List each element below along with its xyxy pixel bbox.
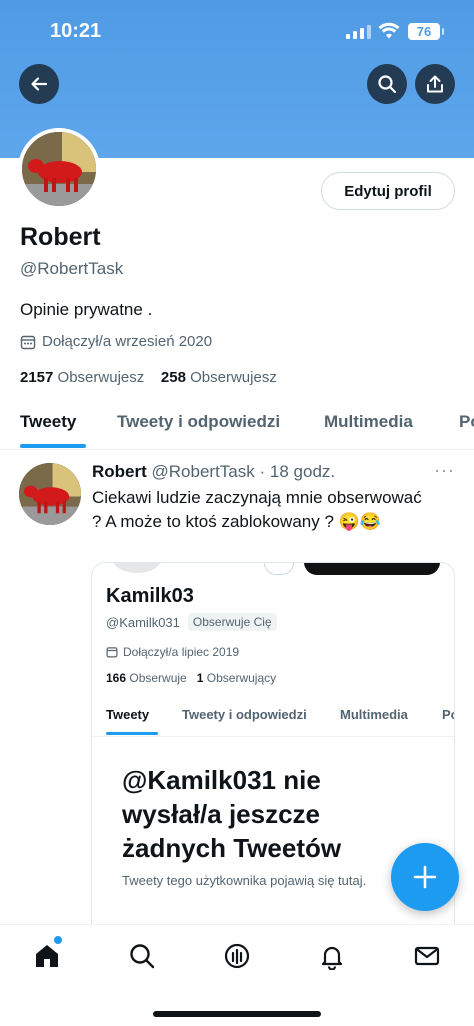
tweet-header: Robert @RobertTask · 18 godz. bbox=[92, 462, 335, 482]
nav-spaces[interactable] bbox=[222, 941, 252, 971]
embedded-joined: Dołączył/a lipiec 2019 bbox=[106, 645, 239, 659]
plus-icon bbox=[413, 865, 437, 889]
edit-profile-button[interactable]: Edytuj profil bbox=[321, 172, 455, 210]
tweet-text: Ciekawi ludzie zaczynają mnie obserwować… bbox=[92, 488, 422, 531]
tab-partial[interactable]: Po bbox=[459, 412, 474, 432]
share-icon bbox=[427, 75, 443, 93]
embedded-tab-media: Multimedia bbox=[340, 707, 408, 722]
notification-dot bbox=[54, 936, 62, 944]
back-arrow-icon bbox=[31, 77, 48, 91]
embedded-tab-partial: Po bbox=[442, 707, 454, 722]
nav-messages[interactable] bbox=[412, 941, 442, 971]
embedded-avatar bbox=[112, 563, 162, 573]
embedded-followers-label: Obserwujący bbox=[206, 671, 277, 685]
messages-icon bbox=[414, 946, 440, 966]
profile-bio: Opinie prywatne . bbox=[20, 300, 153, 319]
compose-tweet-button[interactable] bbox=[391, 843, 459, 911]
embedded-tab-tweets-replies: Tweety i odpowiedzi bbox=[182, 707, 307, 722]
embedded-following-count: 166 bbox=[106, 671, 127, 685]
profile-tabs: Tweety Tweety i odpowiedzi Multimedia Po bbox=[0, 400, 474, 450]
home-indicator bbox=[153, 1011, 321, 1017]
active-tab-indicator bbox=[20, 444, 86, 448]
wifi-icon bbox=[378, 22, 400, 39]
calendar-icon bbox=[20, 335, 36, 349]
nav-notifications[interactable] bbox=[317, 941, 347, 971]
followers-label: Obserwujesz bbox=[190, 369, 277, 386]
tweet-author[interactable]: Robert bbox=[92, 462, 147, 481]
following-count: 2157 bbox=[20, 369, 54, 386]
following-label: Obserwujesz bbox=[57, 369, 145, 386]
tab-tweets[interactable]: Tweety bbox=[20, 412, 76, 432]
joined-text: Dołączył/a wrzesień 2020 bbox=[42, 333, 213, 350]
embedded-followers-count: 1 bbox=[196, 671, 204, 685]
embedded-empty-title: @Kamilk031 nie wysłał/a jeszcze żadnych … bbox=[122, 765, 342, 863]
embedded-tab-indicator bbox=[106, 732, 158, 735]
embedded-name: Kamilk03 bbox=[106, 585, 194, 607]
search-icon bbox=[378, 75, 397, 94]
status-time: 10:21 bbox=[50, 20, 102, 42]
spaces-icon bbox=[224, 943, 250, 969]
embedded-handle-row: @Kamilk031 Obserwuje Cię bbox=[106, 613, 277, 631]
home-icon bbox=[36, 945, 58, 967]
embedded-tabs: Tweety Tweety i odpowiedzi Multimedia Po bbox=[92, 697, 454, 737]
embedded-follow-button bbox=[304, 563, 440, 575]
red-cow-photo bbox=[22, 132, 96, 206]
following-link[interactable]: 2157 Obserwujesz bbox=[20, 369, 144, 386]
embedded-empty-subtitle: Tweety tego użytkownika pojawią się tuta… bbox=[122, 873, 367, 888]
calendar-icon bbox=[106, 647, 118, 658]
embedded-handle: @Kamilk031 bbox=[106, 614, 180, 630]
red-cow-photo bbox=[19, 463, 81, 525]
follow-stats: 2157 Obserwujesz 258 Obserwujesz bbox=[20, 369, 277, 386]
nav-home[interactable] bbox=[32, 941, 62, 971]
profile-handle: @RobertTask bbox=[20, 259, 124, 278]
embedded-more-button bbox=[264, 563, 294, 575]
tweet-separator: · bbox=[259, 462, 266, 481]
status-bar: 10:21 76 bbox=[0, 0, 474, 64]
more-options-button[interactable]: ··· bbox=[434, 460, 455, 481]
tweet-handle[interactable]: @RobertTask bbox=[152, 462, 255, 481]
bottom-nav bbox=[0, 924, 474, 1026]
followers-count: 258 bbox=[160, 369, 186, 386]
embedded-follow-stats: 166 Obserwuje 1 Obserwujący bbox=[106, 671, 276, 685]
search-button[interactable] bbox=[367, 64, 407, 104]
signal-icon bbox=[346, 25, 371, 39]
back-button[interactable] bbox=[19, 64, 59, 104]
followers-link[interactable]: 258 Obserwujesz bbox=[161, 369, 277, 386]
embedded-joined-text: Dołączył/a lipiec 2019 bbox=[123, 645, 240, 659]
notifications-icon bbox=[321, 946, 343, 970]
tweet-avatar[interactable] bbox=[19, 463, 81, 525]
tweet-time[interactable]: 18 godz. bbox=[270, 462, 335, 481]
profile-joined: Dołączył/a wrzesień 2020 bbox=[20, 333, 212, 350]
share-button[interactable] bbox=[415, 64, 455, 104]
nav-explore[interactable] bbox=[127, 941, 157, 971]
tab-tweets-replies[interactable]: Tweety i odpowiedzi bbox=[117, 412, 280, 432]
embedded-tab-tweets: Tweety bbox=[106, 707, 150, 722]
follows-you-badge: Obserwuje Cię bbox=[187, 613, 277, 631]
explore-icon bbox=[130, 944, 155, 969]
profile-avatar[interactable] bbox=[18, 128, 100, 210]
tab-media[interactable]: Multimedia bbox=[324, 412, 413, 432]
embedded-following-label: Obserwuje bbox=[129, 671, 187, 685]
battery-icon: 76 bbox=[408, 23, 444, 40]
profile-name: Robert bbox=[20, 223, 101, 251]
battery-level: 76 bbox=[416, 24, 432, 39]
